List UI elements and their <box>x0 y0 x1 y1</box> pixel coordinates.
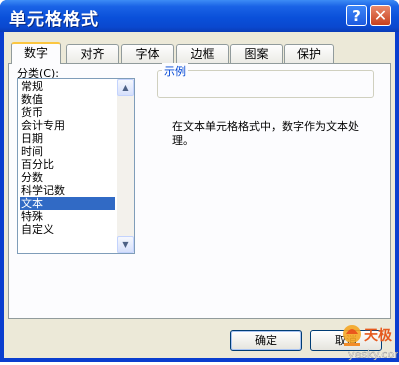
category-item[interactable]: 特殊 <box>20 210 115 223</box>
category-item[interactable]: 科学记数 <box>20 184 115 197</box>
category-item[interactable]: 分数 <box>20 171 115 184</box>
sample-groupbox <box>157 70 374 98</box>
tab-protection[interactable]: 保护 <box>284 44 334 63</box>
scroll-down-button[interactable]: ▼ <box>117 236 134 253</box>
category-item[interactable]: 数值 <box>20 93 115 106</box>
category-item-selected[interactable]: 文本 <box>20 197 115 210</box>
format-description: 在文本单元格格式中，数字作为文本处理。 <box>172 120 359 147</box>
close-icon: ✕ <box>373 6 388 25</box>
category-item[interactable]: 货币 <box>20 106 115 119</box>
tab-alignment[interactable]: 对齐 <box>66 44 119 63</box>
title-bar[interactable]: 单元格格式 ? ✕ <box>0 0 399 32</box>
question-icon: ? <box>352 6 361 25</box>
category-item[interactable]: 时间 <box>20 145 115 158</box>
arrow-up-icon: ▲ <box>122 83 129 92</box>
watermark-brand: 天极 <box>364 327 393 344</box>
dialog-title: 单元格格式 <box>9 10 99 30</box>
yesky-logo-icon: 天极 yesky.com <box>343 325 399 361</box>
close-button[interactable]: ✕ <box>370 5 391 26</box>
category-item[interactable]: 百分比 <box>20 158 115 171</box>
dialog-body: 数字 对齐 字体 边框 图案 保护 分类(C): 常规 数值 货币 会计专用 日… <box>4 32 395 358</box>
category-list[interactable]: 常规 数值 货币 会计专用 日期 时间 百分比 分数 科学记数 文本 特殊 自定… <box>17 78 135 254</box>
tab-number[interactable]: 数字 <box>11 42 61 64</box>
category-scrollbar[interactable]: ▲ ▼ <box>117 79 134 253</box>
sample-label: 示例 <box>162 63 188 79</box>
scroll-up-button[interactable]: ▲ <box>117 79 134 96</box>
tab-border[interactable]: 边框 <box>176 44 229 63</box>
help-button[interactable]: ? <box>346 5 367 26</box>
category-item[interactable]: 自定义 <box>20 223 115 236</box>
ok-button[interactable]: 确定 <box>230 330 302 351</box>
yesky-watermark: 天极 yesky.com <box>338 320 399 362</box>
tab-patterns[interactable]: 图案 <box>230 44 283 63</box>
format-cells-dialog: 单元格格式 ? ✕ 数字 对齐 字体 边框 图案 保护 分类(C): 常规 数值… <box>0 0 399 362</box>
category-item[interactable]: 会计专用 <box>20 119 115 132</box>
watermark-site: yesky.com <box>348 348 398 361</box>
category-item[interactable]: 日期 <box>20 132 115 145</box>
arrow-down-icon: ▼ <box>122 240 129 249</box>
tab-font[interactable]: 字体 <box>121 44 174 63</box>
category-item[interactable]: 常规 <box>20 80 115 93</box>
